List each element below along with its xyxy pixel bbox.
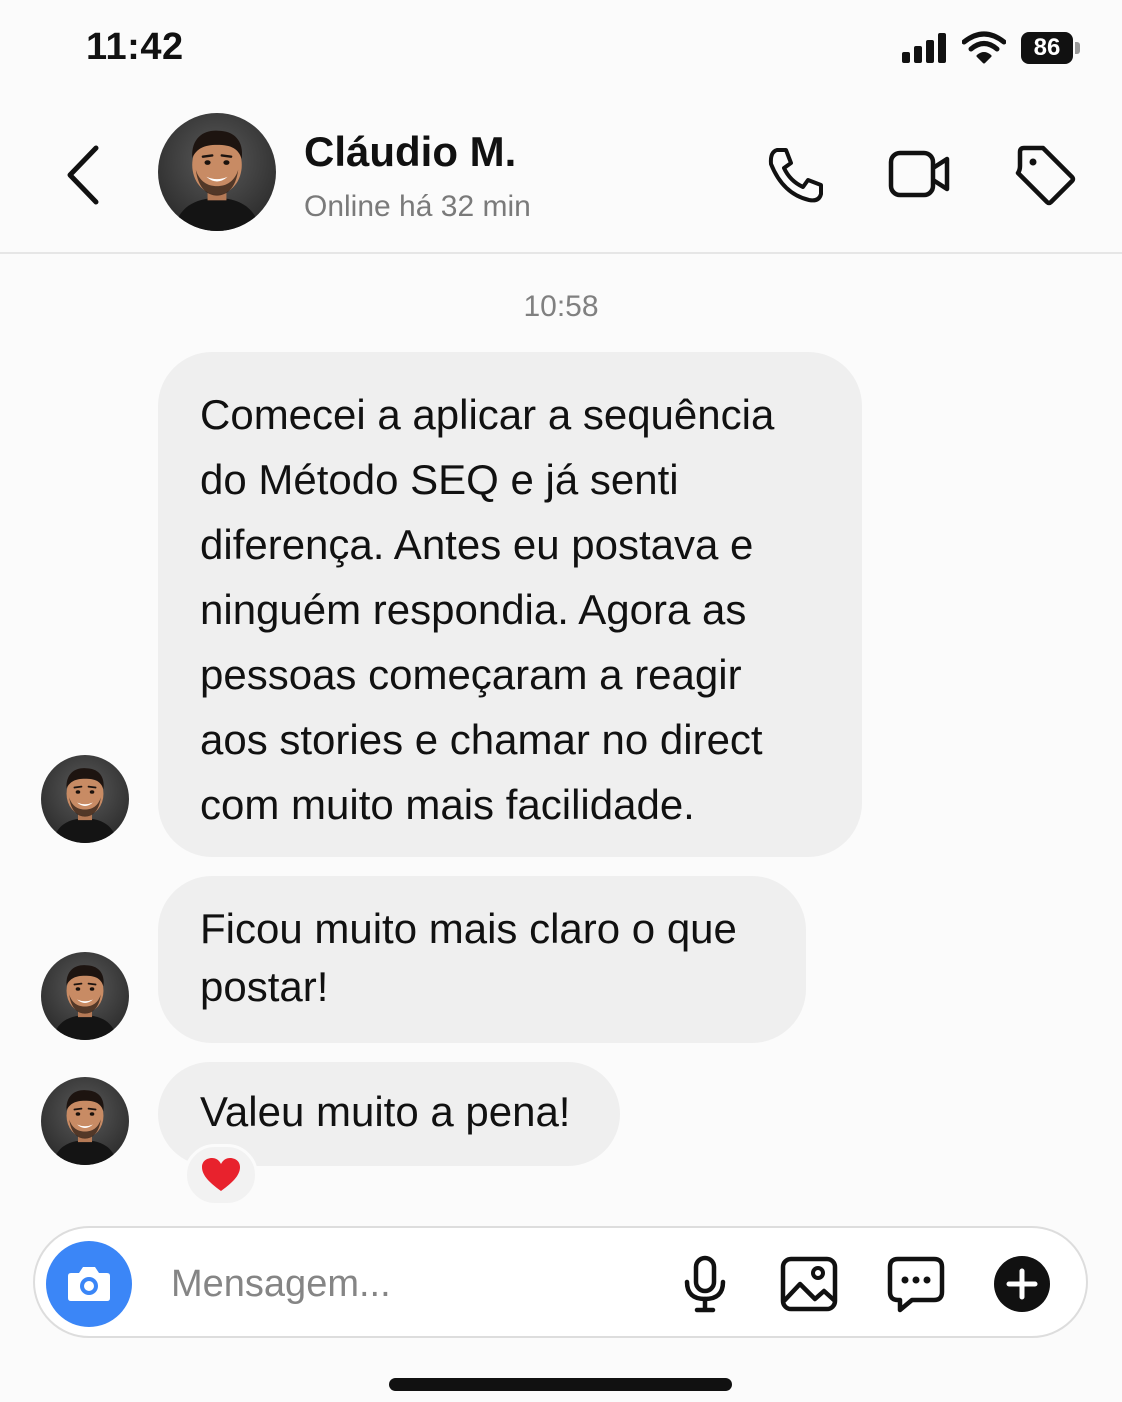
status-time: 11:42 [86, 26, 184, 68]
gallery-icon[interactable] [779, 1254, 839, 1314]
sticker-chat-icon[interactable] [886, 1254, 946, 1314]
camera-button[interactable] [46, 1241, 132, 1327]
message-composer [33, 1226, 1088, 1338]
battery-level: 86 [1033, 34, 1061, 61]
message-bubble[interactable]: Ficou muito mais claro o que postar! [158, 876, 806, 1043]
wifi-icon [962, 31, 1006, 64]
contact-status: Online há 32 min [304, 190, 531, 223]
contact-name[interactable]: Cláudio M. [304, 128, 516, 176]
video-camera-icon[interactable] [886, 142, 952, 208]
status-bar: 11:42 86 [0, 0, 1122, 96]
heart-icon [202, 1158, 240, 1191]
tag-icon[interactable] [1012, 142, 1078, 208]
chat-screen: 11:42 86 Cláudio M. Online há 32 min 10:… [0, 0, 1122, 1402]
sender-avatar[interactable] [41, 755, 129, 843]
message-timestamp: 10:58 [523, 290, 599, 323]
back-chevron-icon[interactable] [58, 140, 110, 210]
phone-icon[interactable] [763, 142, 829, 208]
microphone-icon[interactable] [675, 1254, 735, 1314]
plus-icon[interactable] [992, 1254, 1052, 1314]
home-indicator[interactable] [389, 1378, 732, 1391]
chat-header: Cláudio M. Online há 32 min [0, 96, 1122, 254]
signal-icon [902, 33, 946, 63]
heart-reaction[interactable] [184, 1144, 258, 1206]
camera-icon [68, 1267, 110, 1301]
battery-icon: 86 [1021, 32, 1080, 64]
contact-avatar[interactable] [158, 113, 276, 231]
sender-avatar[interactable] [41, 1077, 129, 1165]
message-input[interactable] [171, 1258, 651, 1310]
sender-avatar[interactable] [41, 952, 129, 1040]
message-bubble[interactable]: Comecei a aplicar a sequência do Método … [158, 352, 862, 857]
